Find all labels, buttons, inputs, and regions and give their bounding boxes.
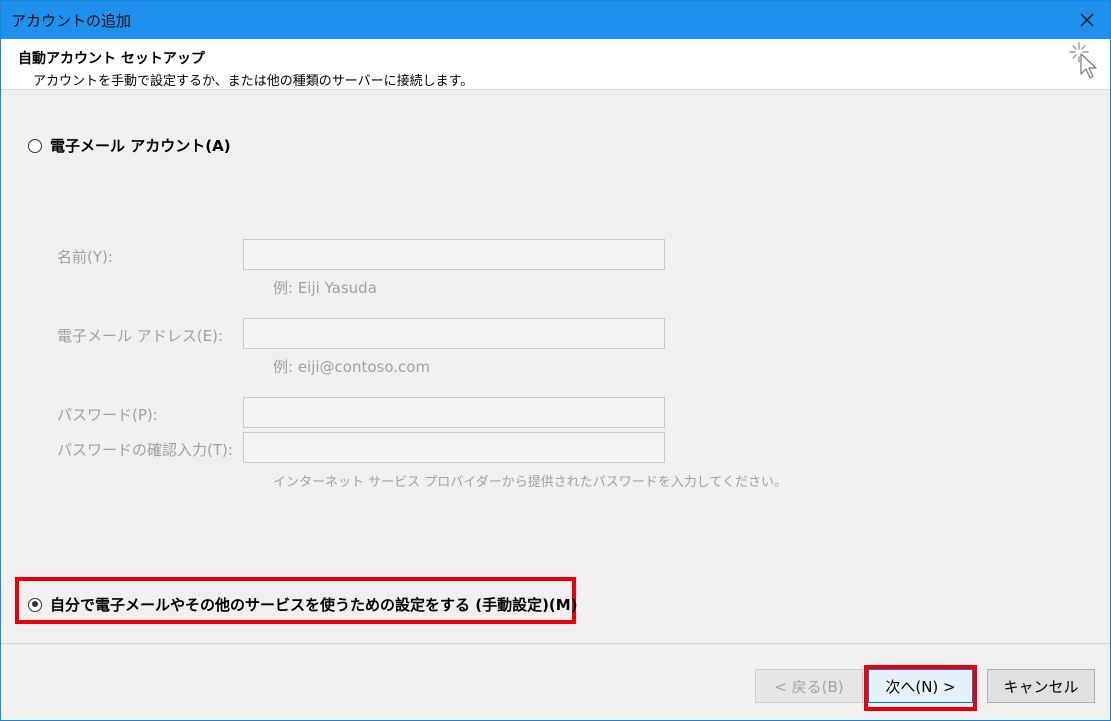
password-confirm-input[interactable] — [243, 432, 665, 463]
add-account-dialog: アカウントの追加 自動アカウント セットアップ アカウントを手動で設定するか、ま… — [0, 0, 1111, 721]
footer-divider — [1, 643, 1110, 644]
email-account-radio-circle[interactable] — [28, 138, 42, 153]
back-button[interactable]: < 戻る(B) — [755, 669, 863, 703]
email-example: 例: eiji@contoso.com — [273, 358, 431, 376]
email-input[interactable] — [243, 318, 665, 349]
name-label: 名前(Y): — [57, 248, 113, 266]
name-example: 例: Eiji Yasuda — [273, 279, 377, 297]
header-subtitle: アカウントを手動で設定するか、または他の種類のサーバーに接続します。 — [33, 74, 474, 89]
email-label: 電子メール アドレス(E): — [57, 327, 224, 345]
email-account-radio[interactable]: 電子メール アカウント(A) — [28, 135, 231, 156]
manual-setup-radio-circle[interactable] — [28, 597, 42, 612]
header-title: 自動アカウント セットアップ — [18, 51, 205, 67]
password-input[interactable] — [243, 397, 665, 428]
wizard-header: 自動アカウント セットアップ アカウントを手動で設定するか、または他の種類のサー… — [1, 39, 1110, 90]
cancel-button[interactable]: キャンセル — [987, 669, 1095, 703]
title-bar[interactable]: アカウントの追加 — [1, 1, 1110, 39]
email-account-radio-label: 電子メール アカウント(A) — [50, 137, 231, 155]
close-icon — [1080, 13, 1094, 27]
password-confirm-label: パスワードの確認入力(T): — [57, 441, 233, 459]
name-input[interactable] — [243, 239, 665, 270]
password-hint: インターネット サービス プロバイダーから提供されたパスワードを入力してください… — [273, 475, 787, 490]
close-button[interactable] — [1064, 1, 1110, 39]
wizard-cursor-icon — [1069, 42, 1097, 79]
manual-setup-radio-label: 自分で電子メールやその他のサービスを使うための設定をする (手動設定)(M) — [50, 596, 578, 614]
window-title: アカウントの追加 — [11, 12, 132, 30]
next-button[interactable]: 次へ(N) > — [868, 669, 973, 703]
password-label: パスワード(P): — [57, 406, 158, 424]
manual-setup-radio[interactable]: 自分で電子メールやその他のサービスを使うための設定をする (手動設定)(M) — [28, 594, 578, 615]
